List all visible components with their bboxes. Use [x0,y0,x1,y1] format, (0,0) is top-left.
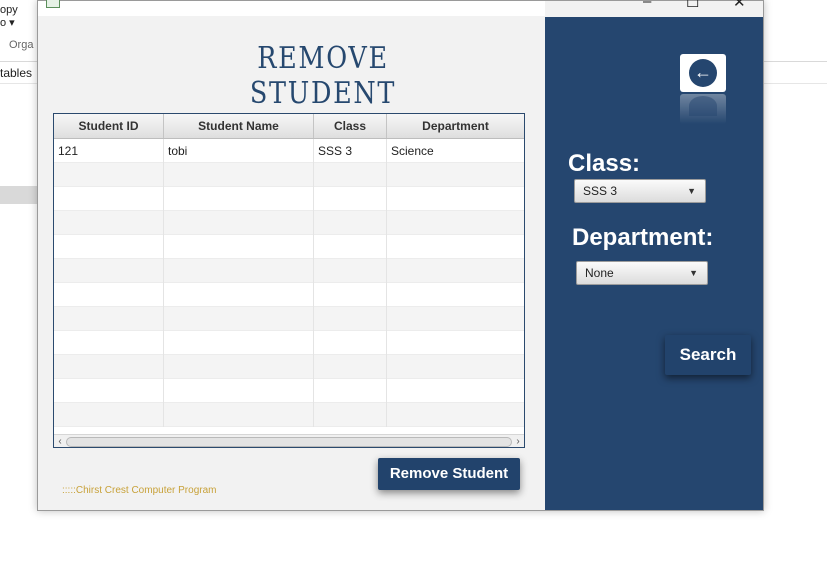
table-cell [54,307,164,331]
scroll-left-icon[interactable]: ‹ [54,435,66,447]
table-cell [164,355,314,379]
table-cell [54,403,164,427]
table-cell [387,403,524,427]
department-select[interactable]: None ▼ [576,261,708,285]
table-cell [54,331,164,355]
table-cell [314,379,387,403]
class-select[interactable]: SSS 3 ▼ [574,179,706,203]
column-header-student-id[interactable]: Student ID [54,114,164,138]
cell-class: SSS 3 [314,139,387,163]
remove-student-window: – ☐ ✕ REMOVE STUDENT Student ID Student … [37,0,764,511]
column-header-department[interactable]: Department [387,114,524,138]
table-cell [54,259,164,283]
app-icon [46,0,60,8]
table-cell [387,163,524,187]
table-row[interactable] [54,235,524,259]
table-cell [314,163,387,187]
cell-student-id: 121 [54,139,164,163]
scroll-right-icon[interactable]: › [512,435,524,447]
table-cell [164,211,314,235]
table-header: Student ID Student Name Class Department [54,114,524,139]
table-cell [164,307,314,331]
table-row[interactable] [54,331,524,355]
table-cell [54,235,164,259]
cell-student-name: tobi [164,139,314,163]
table-row[interactable] [54,379,524,403]
table-row[interactable] [54,283,524,307]
class-select-value: SSS 3 [583,184,618,198]
table-cell [314,187,387,211]
table-cell [164,259,314,283]
table-cell [314,283,387,307]
department-label: Department: [572,224,714,251]
chevron-down-icon: ▼ [689,268,698,278]
table-cell [387,331,524,355]
filter-panel: ← Class: SSS 3 ▼ Department: None ▼ Sear… [545,17,763,510]
column-header-class[interactable]: Class [314,114,387,138]
table-row[interactable] [54,211,524,235]
table-cell [54,283,164,307]
table-cell [387,211,524,235]
table-cell [314,211,387,235]
back-button[interactable]: ← [680,54,726,92]
background-organize-label[interactable]: Orga [9,39,33,51]
table-cell [387,235,524,259]
cell-department: Science [391,144,434,158]
table-cell [164,163,314,187]
search-button[interactable]: Search [665,335,751,375]
table-cell [54,163,164,187]
table-row[interactable] [54,163,524,187]
table-row[interactable] [54,355,524,379]
table-cell [314,355,387,379]
table-cell [164,403,314,427]
title-bar: – ☐ ✕ [38,0,746,16]
table-row[interactable] [54,187,524,211]
table-cell [54,211,164,235]
table-body: 121 tobi SSS 3 Science [54,139,524,427]
table-cell [314,259,387,283]
maximize-icon[interactable]: ☐ [686,0,699,11]
page-title: REMOVE STUDENT [249,41,397,111]
table-cell [387,307,524,331]
table-cell [314,307,387,331]
background-breadcrumb[interactable]: tables [0,66,32,80]
table-cell [54,355,164,379]
department-select-value: None [585,266,614,280]
background-copy-label[interactable]: opy o ▾ [0,4,18,30]
table-cell [387,283,524,307]
table-cell [164,235,314,259]
table-cell [164,283,314,307]
close-icon[interactable]: ✕ [733,0,746,11]
table-cell [314,235,387,259]
class-label: Class: [568,150,641,177]
arrow-left-icon: ← [689,59,717,87]
table-row[interactable] [54,259,524,283]
table-cell [164,187,314,211]
table-cell [387,379,524,403]
scrollbar-thumb[interactable] [66,437,512,447]
table-row[interactable]: 121 tobi SSS 3 Science [54,139,524,163]
table-cell [387,355,524,379]
back-button-reflection [680,94,726,124]
remove-student-button[interactable]: Remove Student [378,458,520,490]
table-cell [314,331,387,355]
footer-credit: :::::Chirst Crest Computer Program [62,485,217,496]
horizontal-scrollbar[interactable]: ‹ › [54,434,524,447]
chevron-down-icon: ▼ [687,186,696,196]
table-cell [387,187,524,211]
table-cell [314,403,387,427]
minimize-icon[interactable]: – [643,0,651,10]
table-cell [54,379,164,403]
table-cell [164,331,314,355]
table-cell [164,379,314,403]
background-frame [762,0,827,62]
table-row[interactable] [54,307,524,331]
background-nav-selection[interactable] [0,186,38,204]
table-cell [387,259,524,283]
students-table[interactable]: Student ID Student Name Class Department… [53,113,525,448]
table-cell [54,187,164,211]
table-row[interactable] [54,403,524,427]
column-header-student-name[interactable]: Student Name [164,114,314,138]
